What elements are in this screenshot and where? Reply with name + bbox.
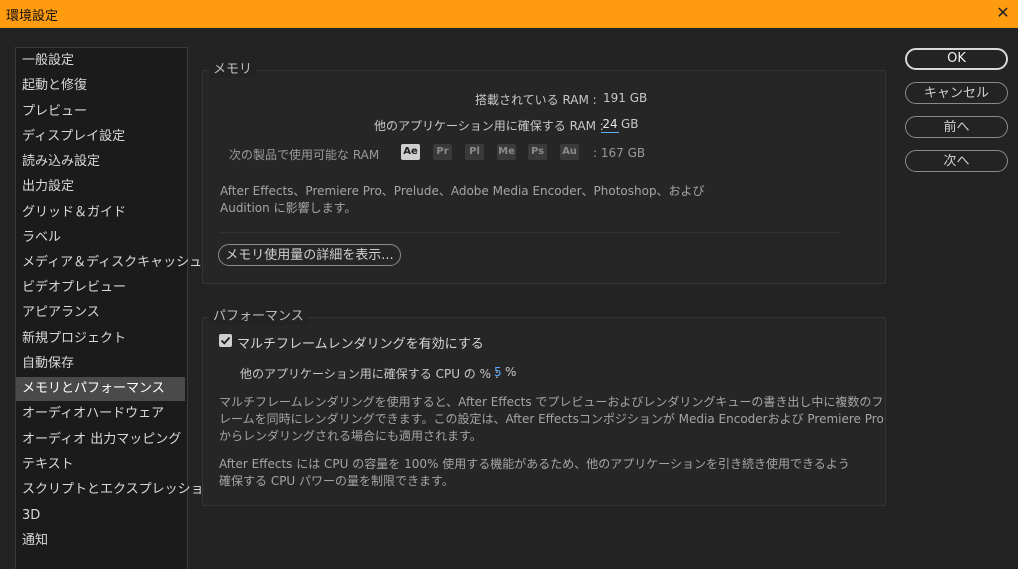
installed-ram-value: 191 GB (603, 91, 648, 105)
next-button[interactable]: 次へ (905, 150, 1008, 172)
reserved-ram-label: 他のアプリケーション用に確保する RAM : (374, 119, 604, 133)
performance-group-label: パフォーマンス (209, 309, 308, 325)
sidebar-item-video-preview[interactable]: ビデオプレビュー (16, 276, 185, 300)
pl-app-icon: Pl (465, 144, 484, 160)
reserved-ram-unit: GB (621, 117, 639, 131)
memory-group: メモリ 搭載されている RAM : 191 GB 他のアプリケーション用に確保す… (202, 62, 886, 284)
available-ram-label: 次の製品で使用可能な RAM (229, 148, 380, 162)
sidebar-item-auto-save[interactable]: 自動保存 (16, 352, 185, 376)
window-title: 環境設定 (6, 9, 59, 24)
memory-divider (220, 232, 840, 233)
sidebar-item-general[interactable]: 一般設定 (16, 49, 185, 73)
prev-button[interactable]: 前へ (905, 116, 1008, 138)
close-icon[interactable]: ✕ (992, 2, 1014, 24)
sidebar-item-audio-output-mapping[interactable]: オーディオ 出力マッピング (16, 428, 185, 452)
sidebar-item-scripting-expressions[interactable]: スクリプトとエクスプレッション (16, 478, 217, 502)
sidebar-item-3d[interactable]: 3D (16, 504, 185, 528)
installed-ram-label: 搭載されている RAM : (475, 93, 597, 107)
cancel-button[interactable]: キャンセル (905, 82, 1008, 104)
memory-group-label: メモリ (209, 62, 257, 78)
cpu-reserve-label: 他のアプリケーション用に確保する CPU の % : (240, 367, 499, 381)
sidebar-item-grids-guides[interactable]: グリッド＆ガイド (16, 201, 185, 225)
cpu-desc-line1: After Effects には CPU の容量を 100% 使用する機能がある… (219, 457, 850, 471)
pr-app-icon: Pr (433, 144, 452, 160)
memory-note-line2: Audition に影響します。 (220, 201, 357, 215)
performance-group: パフォーマンス マルチフレームレンダリングを有効にする 他のアプリケーション用に… (202, 309, 886, 506)
cpu-desc-line2: 確保する CPU パワーの量を制限できます。 (219, 474, 454, 488)
sidebar-item-media-disk-cache[interactable]: メディア＆ディスクキャッシュ (16, 251, 202, 275)
checkmark-icon (220, 336, 231, 345)
sidebar-item-previews[interactable]: プレビュー (16, 100, 185, 124)
sidebar-item-labels[interactable]: ラベル (16, 226, 185, 250)
memory-note-line1: After Effects、Premiere Pro、Prelude、Adobe… (220, 184, 705, 198)
mfr-checkbox-label[interactable]: マルチフレームレンダリングを有効にする (237, 333, 484, 352)
sidebar-item-new-project[interactable]: 新規プロジェクト (16, 327, 185, 351)
sidebar-item-appearance[interactable]: アピアランス (16, 301, 185, 325)
sidebar-item-output[interactable]: 出力設定 (16, 175, 185, 199)
au-app-icon: Au (560, 144, 579, 160)
title-bar: 環境設定 ✕ (0, 0, 1018, 28)
mfr-desc-line3: からレンダリングされる場合にも適用されます。 (219, 429, 482, 443)
sidebar-item-display[interactable]: ディスプレイ設定 (16, 125, 185, 149)
ae-app-icon: Ae (401, 144, 420, 160)
reserved-ram-input[interactable]: 24 (601, 116, 619, 133)
sidebar-item-memory-performance[interactable]: メモリとパフォーマンス (16, 377, 185, 401)
cpu-reserve-value[interactable]: 5 (494, 365, 502, 379)
available-ram-value: : 167 GB (593, 146, 646, 160)
sidebar-item-startup-repair[interactable]: 起動と修復 (16, 74, 185, 98)
mfr-checkbox[interactable] (219, 334, 232, 347)
sidebar-item-type[interactable]: テキスト (16, 453, 185, 477)
ok-button[interactable]: OK (905, 48, 1008, 70)
memory-details-button[interactable]: メモリ使用量の詳細を表示... (218, 244, 401, 266)
me-app-icon: Me (497, 144, 516, 160)
sidebar-item-audio-hardware[interactable]: オーディオハードウェア (16, 402, 185, 426)
sidebar-item-import[interactable]: 読み込み設定 (16, 150, 185, 174)
mfr-desc-line1: マルチフレームレンダリングを使用すると、After Effects でプレビュー… (219, 395, 884, 409)
sidebar-item-notifications[interactable]: 通知 (16, 529, 185, 553)
cpu-reserve-unit: % (505, 365, 517, 379)
sidebar: 一般設定 起動と修復 プレビュー ディスプレイ設定 読み込み設定 出力設定 グリ… (15, 47, 217, 569)
mfr-desc-line2: レームを同時にレンダリングできます。この設定は、After Effectsコンポ… (219, 412, 884, 426)
ps-app-icon: Ps (528, 144, 547, 160)
